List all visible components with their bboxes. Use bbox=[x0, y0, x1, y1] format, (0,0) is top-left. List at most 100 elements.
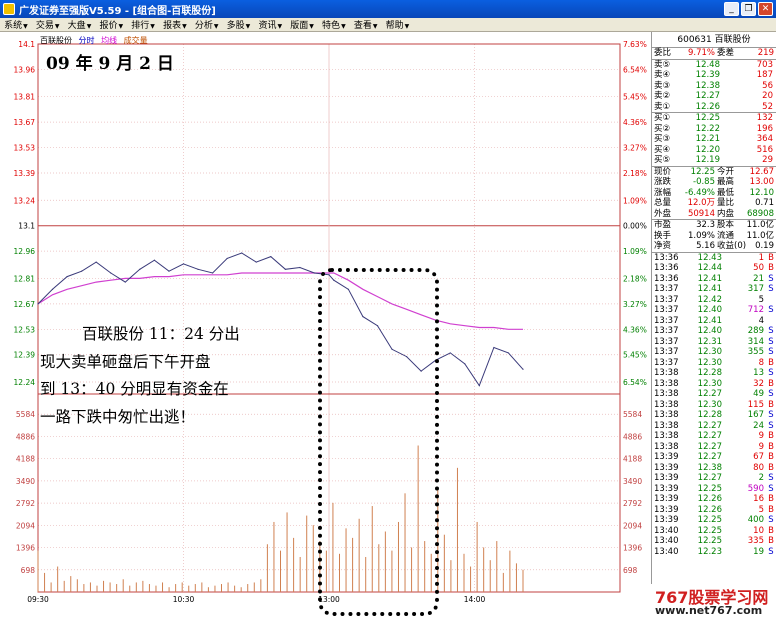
tick-price: 12.27 bbox=[697, 431, 722, 441]
tick-volume: 49 bbox=[753, 389, 764, 399]
volume-tick-label-right: 1396 bbox=[623, 544, 642, 553]
tick-volume: 24 bbox=[753, 420, 764, 431]
intraday-chart[interactable]: 14.1 7.63% 13.96 6.54% 13.81 5.45% 13.67 4.36% 1… bbox=[0, 32, 650, 622]
menu-item[interactable]: 版面▼ bbox=[286, 18, 318, 31]
tick-time: 13:37 bbox=[654, 305, 679, 315]
value: 32.3 bbox=[696, 220, 715, 230]
label: 内盘 bbox=[717, 208, 735, 219]
value: 219 bbox=[757, 48, 774, 58]
label: 委比 bbox=[654, 48, 672, 58]
minimize-icon[interactable]: _ bbox=[724, 2, 739, 16]
tick-volume: 335 bbox=[747, 536, 764, 546]
tick-time: 13:37 bbox=[654, 336, 679, 347]
legend-timeshare: 分时 bbox=[78, 36, 95, 45]
tick-row: 13:39 12.27 67 B bbox=[652, 452, 776, 463]
title-bar: 广发证券至强版V5.59 - [组合图-百联股份] _ ❐ ✕ bbox=[0, 0, 776, 18]
tick-side: S bbox=[768, 347, 774, 357]
menu-item[interactable]: 系统▼ bbox=[0, 18, 32, 31]
quote-row: 涨跌 -0.85 最高 13.00 bbox=[652, 177, 776, 188]
close-icon[interactable]: ✕ bbox=[758, 2, 773, 16]
menu-item-label: 版面 bbox=[290, 21, 309, 31]
tick-time: 13:39 bbox=[654, 515, 679, 525]
tick-time: 13:37 bbox=[654, 357, 679, 368]
tick-time: 13:38 bbox=[654, 368, 679, 378]
level-qty: 516 bbox=[756, 144, 773, 155]
tick-price: 12.42 bbox=[697, 294, 722, 305]
pct-tick-label: 4.36% bbox=[623, 118, 647, 127]
pct-tick-label: 7.63% bbox=[623, 40, 647, 49]
restore-icon[interactable]: ❐ bbox=[741, 2, 756, 16]
label: 最高 bbox=[717, 177, 735, 187]
level-qty: 364 bbox=[756, 134, 773, 144]
tick-time: 13:40 bbox=[654, 546, 679, 557]
ask-row: 卖② 12.27 20 bbox=[652, 91, 776, 102]
tick-time: 13:38 bbox=[654, 389, 679, 399]
stock-name: 百联股份 bbox=[714, 35, 751, 45]
tick-side: B bbox=[768, 525, 774, 536]
tick-volume: 289 bbox=[747, 326, 764, 336]
volume-tick-label-right: 3490 bbox=[623, 477, 642, 486]
menu-item[interactable]: 帮助▼ bbox=[382, 18, 414, 31]
menu-item[interactable]: 排行▼ bbox=[127, 18, 159, 31]
level-price: 12.48 bbox=[695, 59, 720, 70]
watermark-url: www.net767.com bbox=[655, 604, 763, 617]
y-tick-label: 13.67 bbox=[14, 118, 36, 127]
tick-price: 12.27 bbox=[697, 389, 722, 399]
stock-code: 600631 bbox=[677, 35, 712, 45]
menu-item[interactable]: 查看▼ bbox=[350, 18, 382, 31]
commentary-line: 到 13：40 分明显有资金在 bbox=[40, 380, 229, 398]
menu-item-label: 交易 bbox=[35, 21, 54, 31]
label: 流通 bbox=[717, 230, 735, 241]
level-price: 12.21 bbox=[695, 134, 720, 144]
level-label: 买③ bbox=[654, 134, 671, 144]
ask-list: 卖⑤ 12.48 703 卖④ 12.39 187 卖③ 12.38 56 卖② 12.27 20 卖①… bbox=[652, 58, 776, 113]
tick-side: B bbox=[768, 252, 774, 263]
price-point bbox=[241, 252, 243, 254]
price-point bbox=[139, 268, 141, 270]
menu-item[interactable]: 报价▼ bbox=[95, 18, 127, 31]
menu-item-label: 分析 bbox=[194, 21, 213, 31]
menu-item[interactable]: 交易▼ bbox=[32, 18, 64, 31]
bid-list: 买① 12.25 132 买② 12.22 196 买③ 12.21 364 买④ 12.20 516… bbox=[652, 112, 776, 166]
menu-item[interactable]: 特色▼ bbox=[318, 18, 350, 31]
menu-item[interactable]: 多股▼ bbox=[223, 18, 255, 31]
menu-item[interactable]: 分析▼ bbox=[191, 18, 223, 31]
level-label: 卖① bbox=[654, 101, 671, 112]
tick-volume: 9 bbox=[758, 431, 764, 441]
tick-time: 13:38 bbox=[654, 378, 679, 389]
volume-tick-label: 4188 bbox=[16, 455, 35, 464]
volume-tick-label-right: 698 bbox=[623, 566, 638, 575]
pct-tick-label: 6.54% bbox=[623, 378, 647, 387]
price-point bbox=[255, 261, 257, 263]
tick-time: 13:38 bbox=[654, 431, 679, 441]
tick-side: S bbox=[768, 473, 774, 483]
tick-row: 13:38 12.28 167 S bbox=[652, 410, 776, 421]
tick-price: 12.27 bbox=[697, 473, 722, 483]
chevron-down-icon: ▼ bbox=[118, 23, 124, 30]
tick-price: 12.27 bbox=[697, 441, 722, 452]
tick-time: 13:37 bbox=[654, 294, 679, 305]
menu-item[interactable]: 大盘▼ bbox=[64, 18, 96, 31]
tick-row: 13:38 12.27 9 B bbox=[652, 431, 776, 442]
y-tick-label: 13.96 bbox=[14, 65, 36, 74]
value: 50914 bbox=[687, 208, 715, 219]
price-point bbox=[226, 257, 228, 260]
label: 总量 bbox=[654, 198, 672, 208]
tick-time: 13:37 bbox=[654, 315, 679, 326]
tick-list[interactable]: 13:36 12.43 1 B 13:36 12.44 50 B 13:36 12.41 21 S 13… bbox=[652, 251, 776, 558]
tick-volume: 355 bbox=[747, 347, 764, 357]
tick-volume: 16 bbox=[753, 494, 764, 504]
tick-volume: 21 bbox=[753, 273, 764, 284]
menu-item[interactable]: 资讯▼ bbox=[254, 18, 286, 31]
window-controls: _ ❐ ✕ bbox=[724, 2, 773, 16]
tick-price: 12.25 bbox=[697, 525, 722, 536]
menu-item[interactable]: 报表▼ bbox=[159, 18, 191, 31]
value: 11.0亿 bbox=[746, 230, 774, 241]
tick-side: B bbox=[768, 263, 774, 273]
tick-row: 13:37 12.40 289 S bbox=[652, 326, 776, 337]
level-price: 12.38 bbox=[695, 80, 720, 91]
price-point bbox=[449, 352, 451, 354]
ask-row: 卖④ 12.39 187 bbox=[652, 70, 776, 81]
level-price: 12.19 bbox=[695, 155, 720, 165]
menu-item-label: 多股 bbox=[226, 21, 245, 31]
